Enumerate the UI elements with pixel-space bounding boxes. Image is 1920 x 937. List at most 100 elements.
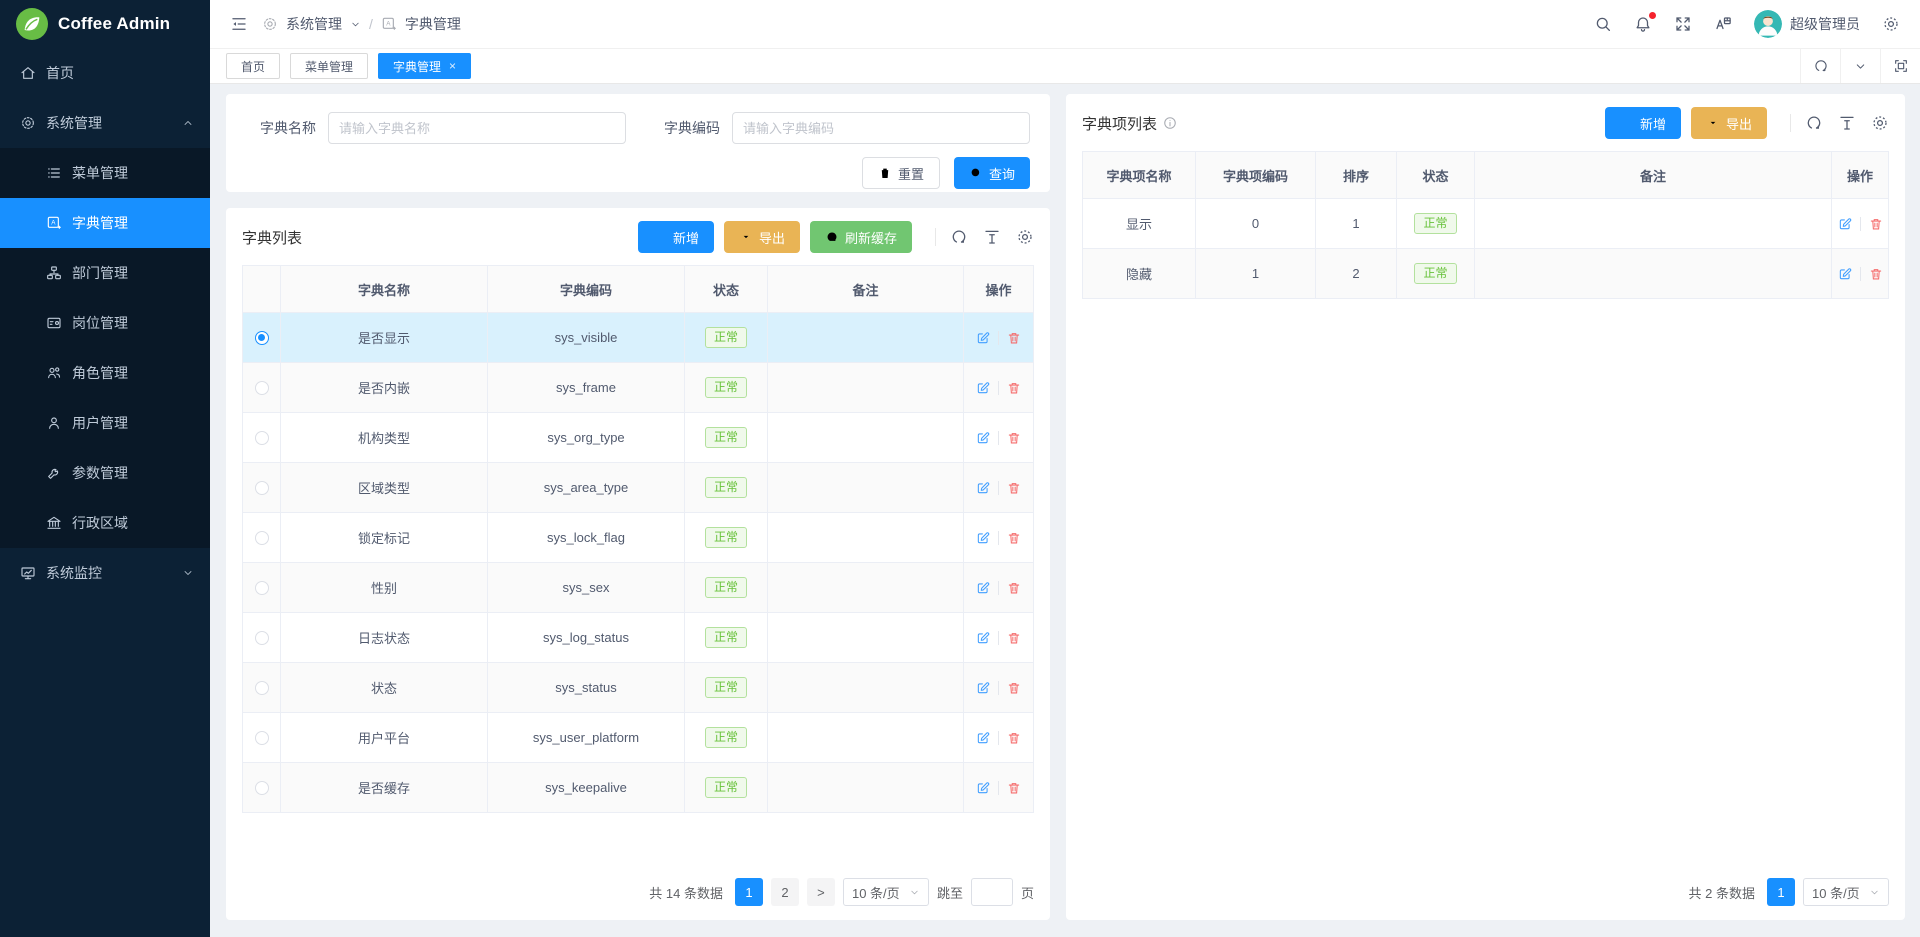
page-size-select[interactable]: 10 条/页 xyxy=(1803,878,1889,906)
row-radio[interactable] xyxy=(255,781,269,795)
tab-home[interactable]: 首页 xyxy=(226,53,280,79)
page-size-select[interactable]: 10 条/页 xyxy=(843,878,929,906)
translate-icon[interactable] xyxy=(1714,15,1732,33)
remark-cell xyxy=(1475,249,1832,298)
delete-icon[interactable] xyxy=(1007,531,1021,545)
column-settings-gear-icon[interactable] xyxy=(1871,114,1889,132)
row-radio[interactable] xyxy=(255,631,269,645)
dict-code-input[interactable] xyxy=(732,112,1030,144)
edit-icon[interactable] xyxy=(976,381,990,395)
row-radio[interactable] xyxy=(255,331,269,345)
breadcrumb-separator: / xyxy=(369,16,373,32)
delete-icon[interactable] xyxy=(1007,781,1021,795)
next-page-button[interactable]: > xyxy=(807,878,835,906)
page-button-1[interactable]: 1 xyxy=(735,878,763,906)
edit-icon[interactable] xyxy=(976,531,990,545)
notification-dot xyxy=(1649,12,1656,19)
table-row[interactable]: 用户平台 sys_user_platform 正常 xyxy=(243,712,1033,762)
fullscreen-icon[interactable] xyxy=(1674,15,1692,33)
table-row[interactable]: 机构类型 sys_org_type 正常 xyxy=(243,412,1033,462)
reset-button[interactable]: 重置 xyxy=(862,157,940,189)
row-height-icon[interactable] xyxy=(1838,114,1856,132)
table-row[interactable]: 日志状态 sys_log_status 正常 xyxy=(243,612,1033,662)
refresh-icon[interactable] xyxy=(1800,49,1840,83)
breadcrumb-root[interactable]: 系统管理 xyxy=(286,14,342,34)
close-icon[interactable]: × xyxy=(449,60,456,72)
refresh-cache-button[interactable]: 刷新缓存 xyxy=(810,221,912,253)
sidebar-item-dict-management[interactable]: A 字典管理 xyxy=(0,198,210,248)
sidebar-item-dept-management[interactable]: 部门管理 xyxy=(0,248,210,298)
table-row[interactable]: 性别 sys_sex 正常 xyxy=(243,562,1033,612)
tab-menu-management[interactable]: 菜单管理 xyxy=(290,53,368,79)
edit-icon[interactable] xyxy=(1838,217,1852,231)
table-row[interactable]: 状态 sys_status 正常 xyxy=(243,662,1033,712)
export-dict-button[interactable]: 导出 xyxy=(724,221,800,253)
sidebar-item-menu-management[interactable]: 菜单管理 xyxy=(0,148,210,198)
tab-dict-management[interactable]: 字典管理 × xyxy=(378,53,471,79)
delete-icon[interactable] xyxy=(1007,681,1021,695)
row-radio[interactable] xyxy=(255,481,269,495)
delete-icon[interactable] xyxy=(1869,217,1883,231)
table-row[interactable]: 是否缓存 sys_keepalive 正常 xyxy=(243,762,1033,812)
edit-icon[interactable] xyxy=(1838,267,1852,281)
status-badge: 正常 xyxy=(1414,263,1456,285)
page-button-1[interactable]: 1 xyxy=(1767,878,1795,906)
page-button-2[interactable]: 2 xyxy=(771,878,799,906)
sidebar-item-param-management[interactable]: 参数管理 xyxy=(0,448,210,498)
delete-icon[interactable] xyxy=(1007,631,1021,645)
delete-icon[interactable] xyxy=(1007,431,1021,445)
table-row[interactable]: 锁定标记 sys_lock_flag 正常 xyxy=(243,512,1033,562)
edit-icon[interactable] xyxy=(976,631,990,645)
dict-name-input[interactable] xyxy=(328,112,626,144)
refresh-icon[interactable] xyxy=(1805,114,1823,132)
search-icon[interactable] xyxy=(1594,15,1612,33)
refresh-icon[interactable] xyxy=(950,228,968,246)
edit-icon[interactable] xyxy=(976,481,990,495)
add-dict-button[interactable]: 新增 xyxy=(638,221,714,253)
query-button[interactable]: 查询 xyxy=(954,157,1030,189)
table-row[interactable]: 区域类型 sys_area_type 正常 xyxy=(243,462,1033,512)
edit-icon[interactable] xyxy=(976,581,990,595)
app-logo[interactable]: Coffee Admin xyxy=(0,0,210,48)
sidebar-item-admin-area[interactable]: 行政区域 xyxy=(0,498,210,548)
sidebar-item-system-monitor[interactable]: 系统监控 xyxy=(0,548,210,598)
edit-icon[interactable] xyxy=(976,681,990,695)
sidebar-item-role-management[interactable]: 角色管理 xyxy=(0,348,210,398)
table-row[interactable]: 显示 0 1 正常 xyxy=(1083,198,1888,248)
edit-icon[interactable] xyxy=(976,331,990,345)
sidebar-item-user-management[interactable]: 用户管理 xyxy=(0,398,210,448)
edit-icon[interactable] xyxy=(976,731,990,745)
row-radio[interactable] xyxy=(255,431,269,445)
menu-fold-icon[interactable] xyxy=(230,15,248,33)
dict-list-title: 字典列表 xyxy=(242,227,302,248)
delete-icon[interactable] xyxy=(1007,731,1021,745)
edit-icon[interactable] xyxy=(976,431,990,445)
jump-page-input[interactable] xyxy=(971,878,1013,906)
user-menu[interactable]: 超级管理员 xyxy=(1754,10,1860,38)
export-dict-item-button[interactable]: 导出 xyxy=(1691,107,1767,139)
edit-icon[interactable] xyxy=(976,781,990,795)
row-radio[interactable] xyxy=(255,381,269,395)
sidebar-item-system-management[interactable]: 系统管理 xyxy=(0,98,210,148)
chevron-down-icon[interactable] xyxy=(1840,49,1880,83)
delete-icon[interactable] xyxy=(1007,481,1021,495)
bell-icon[interactable] xyxy=(1634,15,1652,33)
row-radio[interactable] xyxy=(255,581,269,595)
column-settings-gear-icon[interactable] xyxy=(1016,228,1034,246)
settings-gear-icon[interactable] xyxy=(1882,15,1900,33)
row-radio[interactable] xyxy=(255,731,269,745)
delete-icon[interactable] xyxy=(1007,581,1021,595)
row-height-icon[interactable] xyxy=(983,228,1001,246)
row-radio[interactable] xyxy=(255,681,269,695)
maximize-icon[interactable] xyxy=(1880,49,1920,83)
add-dict-item-button[interactable]: 新增 xyxy=(1605,107,1681,139)
delete-icon[interactable] xyxy=(1869,267,1883,281)
table-row[interactable]: 是否内嵌 sys_frame 正常 xyxy=(243,362,1033,412)
sidebar-item-home[interactable]: 首页 xyxy=(0,48,210,98)
table-row[interactable]: 是否显示 sys_visible 正常 xyxy=(243,312,1033,362)
table-row[interactable]: 隐藏 1 2 正常 xyxy=(1083,248,1888,298)
delete-icon[interactable] xyxy=(1007,381,1021,395)
row-radio[interactable] xyxy=(255,531,269,545)
sidebar-item-post-management[interactable]: 岗位管理 xyxy=(0,298,210,348)
delete-icon[interactable] xyxy=(1007,331,1021,345)
